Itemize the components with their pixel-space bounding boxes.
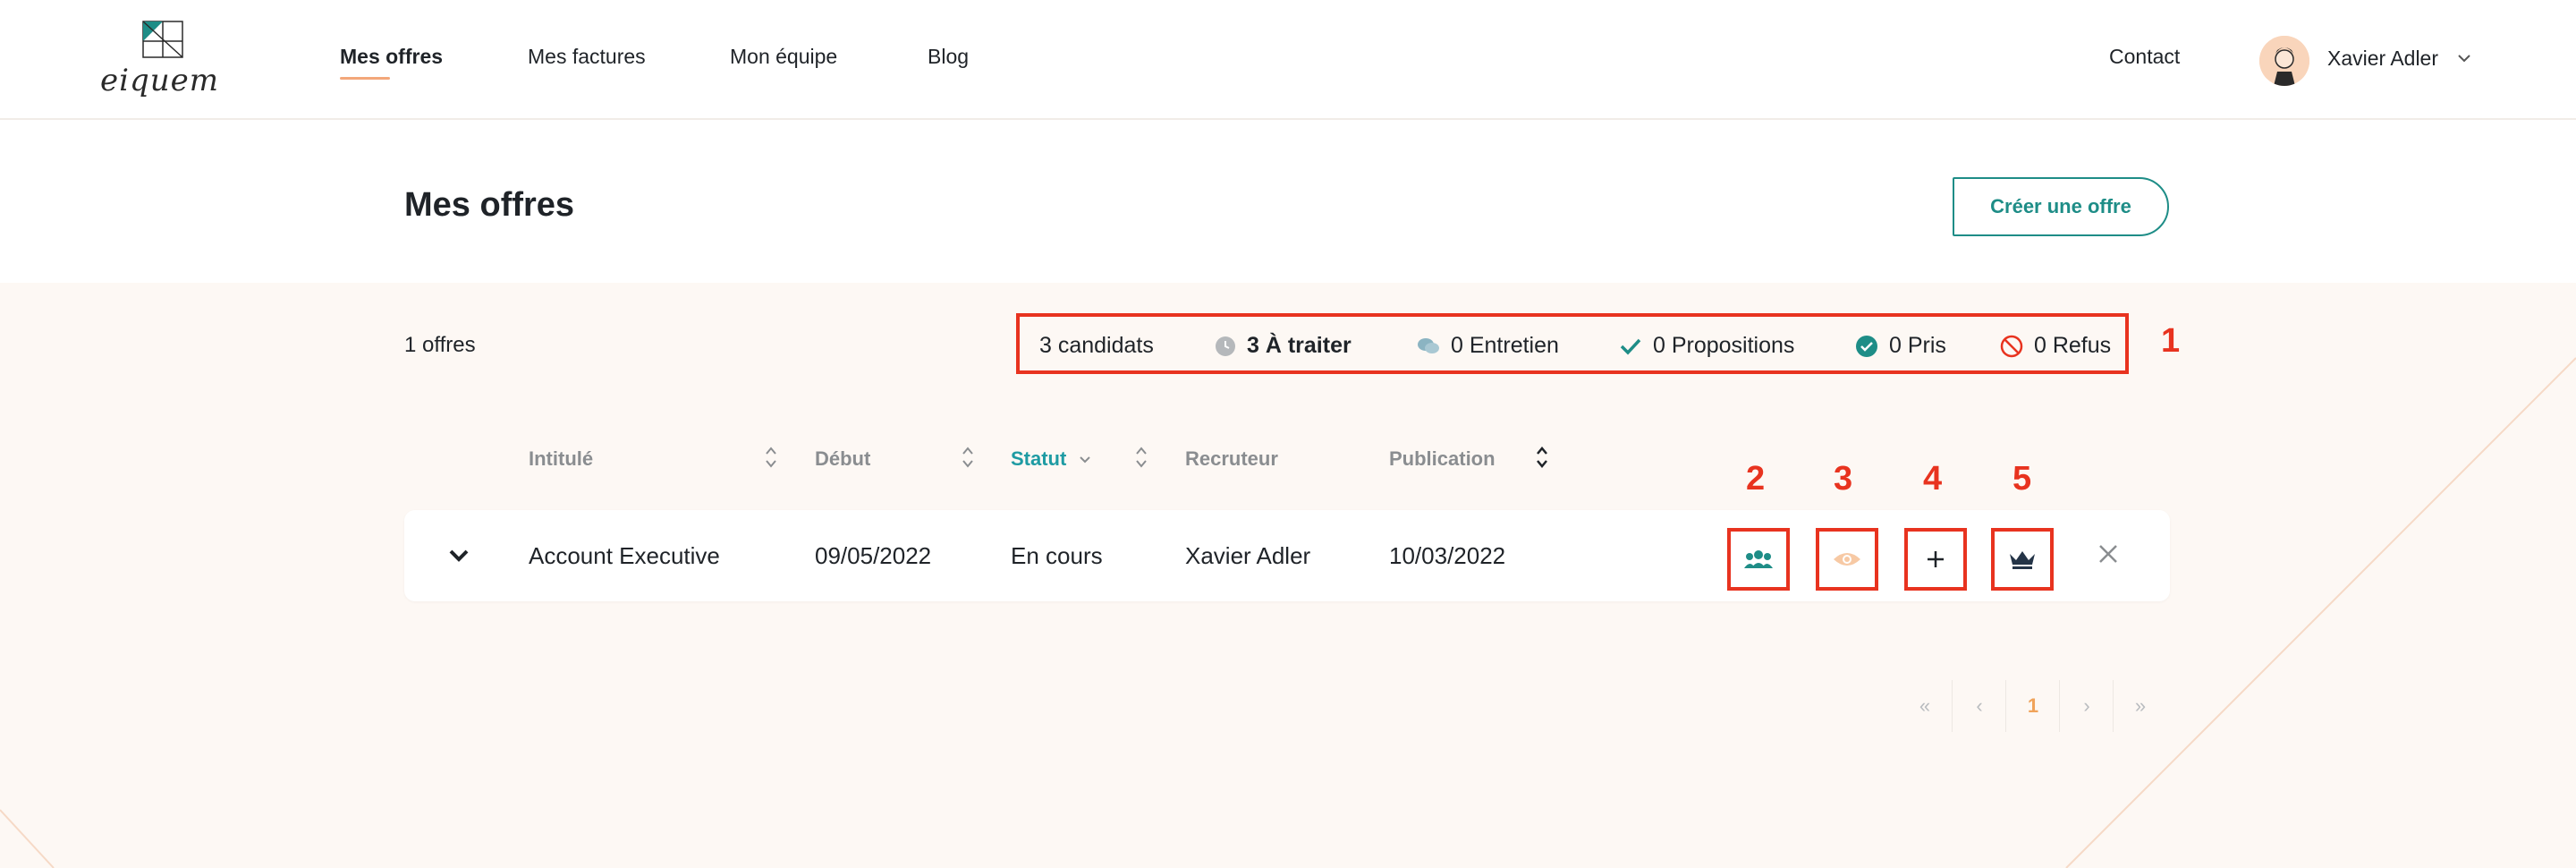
users-icon bbox=[1744, 550, 1773, 568]
check-circle-icon bbox=[1856, 335, 1877, 357]
stat-pris-label: 0 Pris bbox=[1889, 333, 1946, 358]
column-header-debut[interactable]: Début bbox=[815, 447, 870, 471]
check-icon bbox=[1620, 338, 1641, 355]
stats-highlight-box bbox=[1016, 313, 2129, 374]
stat-propositions-label: 0 Propositions bbox=[1653, 333, 1795, 358]
annotation-3: 3 bbox=[1834, 460, 1853, 498]
stat-a-traiter[interactable]: 3 À traiter bbox=[1215, 333, 1352, 359]
annotation-1: 1 bbox=[2161, 322, 2181, 360]
top-navbar: eiquem Mes offres Mes factures Mon équip… bbox=[0, 0, 2576, 120]
offers-count: 1 offres bbox=[404, 333, 476, 357]
premium-button[interactable] bbox=[1991, 528, 2054, 591]
annotation-4: 4 bbox=[1923, 460, 1943, 498]
sort-icon[interactable] bbox=[1535, 444, 1549, 471]
nav-active-indicator bbox=[340, 77, 390, 80]
sort-icon[interactable] bbox=[1134, 444, 1148, 471]
stat-refus[interactable]: 0 Refus bbox=[2000, 333, 2111, 359]
chevron-down-icon bbox=[1080, 456, 1090, 464]
cell-publication: 10/03/2022 bbox=[1389, 542, 1506, 569]
logo-wordmark: eiquem bbox=[100, 63, 220, 98]
create-offer-button[interactable]: Créer une offre bbox=[1953, 177, 2169, 236]
eye-icon bbox=[1834, 553, 1860, 566]
stat-a-traiter-label: 3 À traiter bbox=[1247, 333, 1352, 358]
stat-pris[interactable]: 0 Pris bbox=[1855, 333, 1946, 359]
column-header-recruteur[interactable]: Recruteur bbox=[1185, 447, 1278, 471]
stat-candidats-label: 3 candidats bbox=[1039, 333, 1154, 358]
clock-icon bbox=[1216, 336, 1235, 356]
add-button[interactable] bbox=[1904, 528, 1967, 591]
nav-link-mes-factures[interactable]: Mes factures bbox=[528, 45, 646, 69]
forbidden-icon bbox=[2000, 335, 2023, 357]
annotation-5: 5 bbox=[2012, 460, 2032, 498]
avatar-illustration-icon bbox=[2259, 36, 2309, 86]
stat-refus-label: 0 Refus bbox=[2034, 333, 2112, 358]
cell-intitule[interactable]: Account Executive bbox=[529, 542, 720, 570]
nav-link-mes-offres[interactable]: Mes offres bbox=[340, 45, 443, 69]
nav-link-mon-equipe[interactable]: Mon équipe bbox=[730, 45, 837, 69]
stat-entretien-label: 0 Entretien bbox=[1451, 333, 1559, 358]
page-title: Mes offres bbox=[404, 186, 575, 224]
candidates-button[interactable] bbox=[1727, 528, 1790, 591]
pagination-last[interactable]: » bbox=[2113, 680, 2167, 732]
crown-icon bbox=[2010, 551, 2035, 569]
plus-icon bbox=[1928, 551, 1944, 567]
page-header bbox=[0, 120, 2576, 283]
sort-icon[interactable] bbox=[961, 444, 975, 471]
nav-link-blog[interactable]: Blog bbox=[928, 45, 969, 69]
user-name: Xavier Adler bbox=[2327, 47, 2439, 70]
annotation-2: 2 bbox=[1746, 460, 1766, 498]
view-offer-button[interactable] bbox=[1816, 528, 1878, 591]
pagination-next[interactable]: › bbox=[2059, 680, 2114, 732]
chevron-down-icon[interactable] bbox=[444, 540, 474, 571]
cell-debut: 09/05/2022 bbox=[815, 542, 932, 569]
pagination-prev[interactable]: ‹ bbox=[1952, 680, 2006, 732]
column-header-statut[interactable]: Statut bbox=[1011, 447, 1066, 471]
pagination-first[interactable]: « bbox=[1898, 680, 1952, 732]
nav-link-contact[interactable]: Contact bbox=[2109, 45, 2180, 69]
cell-statut: En cours bbox=[1011, 542, 1103, 569]
cell-recruteur: Xavier Adler bbox=[1185, 542, 1311, 569]
chat-icon bbox=[1418, 337, 1439, 353]
sort-icon[interactable] bbox=[764, 444, 778, 471]
chevron-down-icon bbox=[2458, 55, 2470, 63]
logo[interactable]: eiquem bbox=[98, 18, 233, 104]
stat-propositions[interactable]: 0 Propositions bbox=[1619, 333, 1794, 359]
stat-candidats[interactable]: 3 candidats bbox=[1039, 333, 1154, 359]
pagination-page-1[interactable]: 1 bbox=[2005, 680, 2060, 732]
stat-entretien[interactable]: 0 Entretien bbox=[1417, 333, 1559, 359]
avatar bbox=[2259, 36, 2309, 86]
column-header-publication[interactable]: Publication bbox=[1389, 447, 1496, 471]
close-icon[interactable] bbox=[2095, 540, 2122, 567]
column-header-intitule[interactable]: Intitulé bbox=[529, 447, 593, 471]
